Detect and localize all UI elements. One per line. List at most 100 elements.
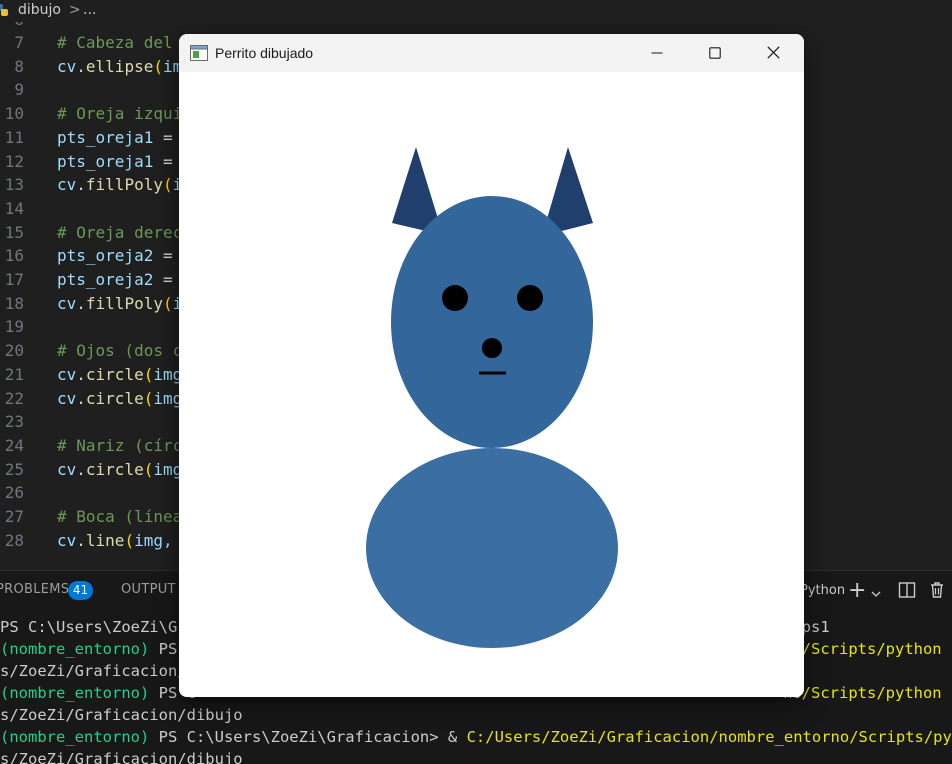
line-number: 25 [4, 459, 24, 479]
line-number: 22 [4, 388, 24, 408]
code-token: # Oreja izqui [57, 104, 183, 124]
terminal-line: s/ZoeZi/Graficacion/dibujo [0, 706, 243, 724]
python-file-icon [0, 3, 10, 23]
window-titlebar[interactable]: Perrito dibujado [179, 34, 804, 72]
line-number: 9 [14, 80, 24, 100]
code-text: cv.ellipse(im [57, 55, 182, 79]
code-token: img, [134, 530, 183, 550]
code-text: # Nariz (círc [57, 434, 182, 458]
code-token: . [76, 364, 86, 384]
code-token: pts_oreja1 [57, 151, 154, 171]
dog-body [366, 448, 618, 648]
dog-head [391, 196, 593, 448]
line-number: 10 [4, 104, 24, 124]
code-text: # Cabeza del [57, 31, 173, 55]
line-number: 23 [4, 412, 24, 432]
code-token: ( [162, 293, 173, 313]
line-number: 16 [4, 246, 24, 266]
code-token: cv [57, 175, 77, 195]
terminal-shell-label[interactable]: Python [800, 583, 845, 598]
close-button[interactable] [744, 34, 802, 72]
code-text: cv.circle(img [57, 387, 182, 411]
code-text: # Ojos (dos c [57, 339, 182, 363]
code-token: . [76, 56, 86, 76]
minimize-button[interactable] [628, 34, 686, 72]
code-text: pts_oreja2 = [57, 244, 173, 268]
line-number: 28 [4, 530, 24, 550]
breadcrumb-folder[interactable]: dibujo [18, 0, 61, 20]
line-number: 26 [4, 483, 24, 503]
tab-output[interactable]: OUTPUT [121, 582, 176, 597]
code-token: . [76, 388, 86, 408]
line-number: 7 [14, 33, 24, 52]
code-token: img [153, 364, 183, 384]
code-token: = [153, 246, 173, 266]
code-token: cv [57, 293, 77, 313]
new-terminal-plus-icon[interactable]: + [848, 578, 866, 603]
line-number: 19 [4, 317, 24, 337]
line-number: 20 [4, 341, 24, 361]
code-text: # Boca (línea [57, 505, 182, 529]
terminal-line: (nombre_entorno) PS C:\Users\ZoeZi\Grafi… [0, 728, 952, 746]
chevron-down-icon[interactable] [871, 583, 881, 604]
app-window-icon [190, 45, 208, 65]
code-token: = [153, 270, 173, 289]
code-token: cv [57, 364, 77, 384]
code-token: fillPoly [85, 293, 163, 313]
code-token: pts_oreja2 [57, 246, 154, 266]
line-number: 18 [4, 293, 24, 313]
code-text: # Oreja izqui [57, 102, 182, 126]
split-terminal-icon[interactable] [898, 581, 916, 604]
code-text: pts_oreja1 = [57, 150, 173, 174]
code-token: ellipse [85, 56, 154, 76]
code-token: cv [57, 530, 77, 550]
code-text: cv.circle(img [57, 458, 182, 482]
code-token: pts_oreja1 [57, 127, 154, 147]
terminal-line-path: no/Scripts/python [783, 684, 942, 702]
line-number: 12 [4, 151, 24, 171]
code-token: ( [143, 388, 154, 408]
code-token: ( [153, 56, 163, 76]
maximize-button[interactable] [686, 34, 744, 72]
code-text: cv.line(img, [57, 529, 182, 553]
breadcrumb: dibujo > ... [0, 0, 952, 22]
code-token: # Cabeza del [57, 33, 173, 52]
code-token: fillPoly [85, 175, 163, 195]
line-number: 11 [4, 127, 24, 147]
code-text: cv.circle(img [57, 363, 182, 387]
code-token: circle [85, 388, 144, 408]
problems-count-badge: 41 [68, 581, 93, 600]
line-number: 8 [14, 56, 24, 76]
tab-problems[interactable]: PROBLEMS [0, 582, 69, 597]
code-token: cv [57, 56, 77, 76]
code-token: = [153, 127, 173, 147]
code-token: pts_oreja2 [57, 270, 154, 289]
code-token: = [153, 151, 173, 171]
window-title: Perrito dibujado [215, 45, 314, 61]
minimize-icon [651, 44, 663, 63]
code-token: cv [57, 388, 77, 408]
code-token: circle [85, 459, 144, 479]
trash-icon[interactable] [929, 581, 945, 604]
code-text: pts_oreja2 = [57, 268, 173, 292]
code-token: . [76, 175, 86, 195]
terminal-line-tail: e.ps1 [783, 618, 830, 636]
code-token: # Nariz (círc [57, 435, 183, 455]
code-token: cv [57, 459, 77, 479]
code-token: img [153, 388, 183, 408]
code-token: img [153, 459, 183, 479]
image-window[interactable]: Perrito dibujado [179, 34, 804, 697]
line-number: 14 [4, 198, 24, 218]
code-text: pts_oreja1 = [57, 126, 173, 150]
code-token: . [76, 530, 86, 550]
maximize-icon [709, 44, 721, 63]
dog-drawing [366, 147, 618, 648]
code-token: . [76, 459, 86, 479]
code-token: # Oreja derec [57, 222, 183, 242]
line-number: 17 [4, 270, 24, 289]
breadcrumb-more[interactable]: ... [83, 0, 96, 20]
line-number: 24 [4, 435, 24, 455]
code-token: ( [143, 459, 154, 479]
terminal-line-path: no/Scripts/python [783, 640, 942, 658]
code-token: # Ojos (dos c [57, 341, 183, 361]
